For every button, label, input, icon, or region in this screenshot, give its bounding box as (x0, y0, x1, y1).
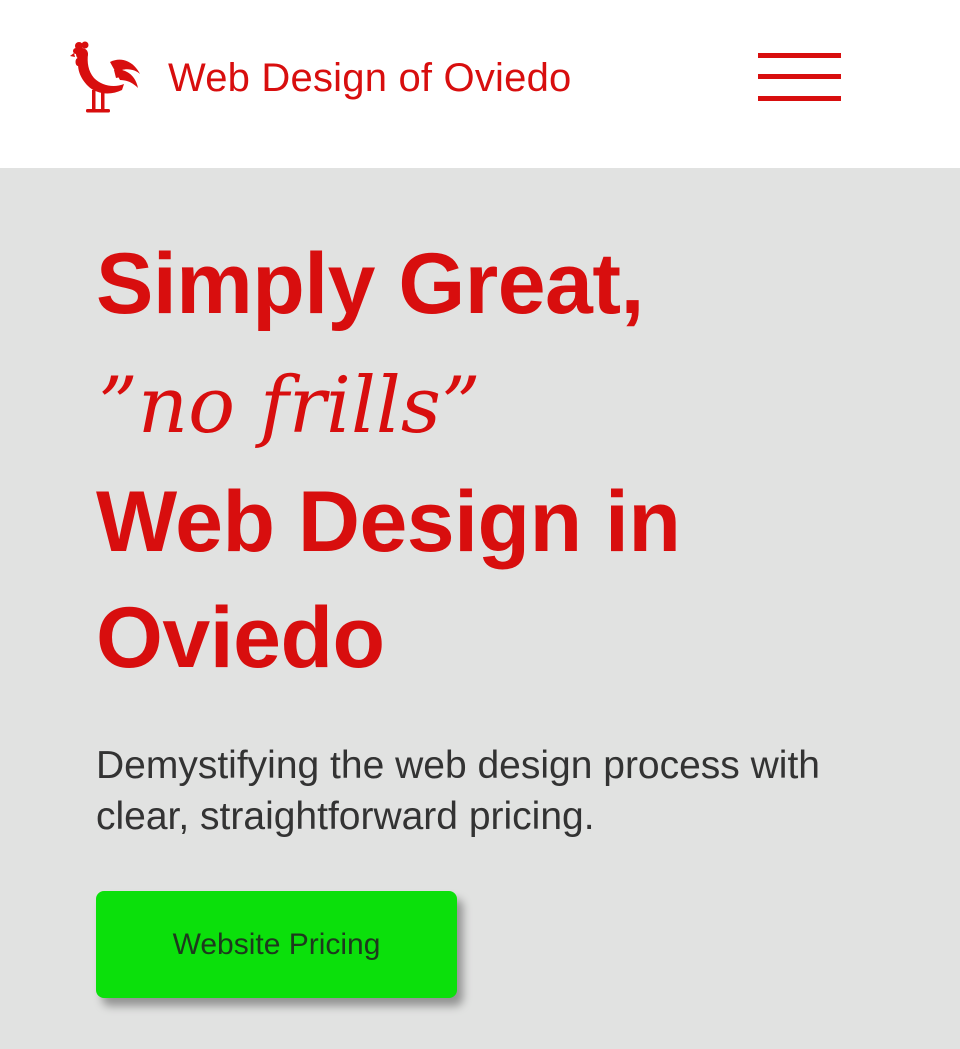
hero-subtext: Demystifying the web design process with… (96, 744, 820, 838)
hamburger-menu-button[interactable] (758, 52, 841, 104)
site-header: Web Design of Oviedo (0, 0, 960, 168)
menu-bar-bottom (758, 96, 841, 101)
site-title: Web Design of Oviedo (168, 55, 572, 100)
rooster-icon (70, 40, 142, 116)
headline-line-3: Web Design in Oviedo (96, 474, 681, 686)
tagline-no-frills: ”no frills” (98, 361, 481, 451)
menu-bar-top (758, 53, 841, 58)
headline-line-1: Simply Great, (96, 236, 644, 332)
website-pricing-button[interactable]: Website Pricing (96, 891, 457, 998)
home-logo-link[interactable]: Web Design of Oviedo (70, 40, 571, 116)
menu-bar-middle (758, 74, 841, 79)
